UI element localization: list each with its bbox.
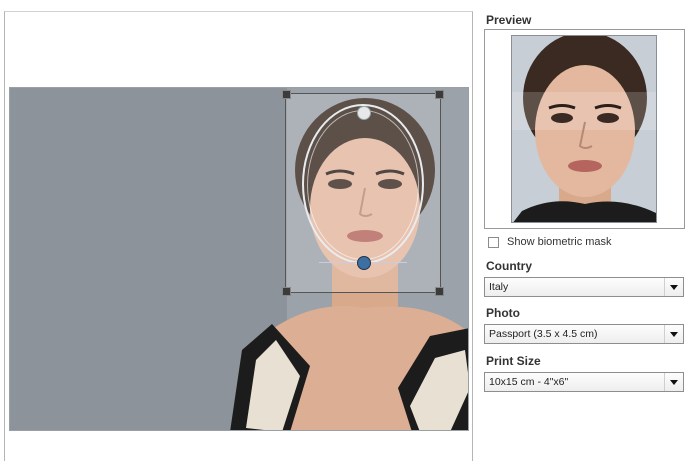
print-size-value: 10x15 cm - 4"x6" — [489, 376, 569, 388]
preview-portrait-image — [512, 36, 656, 222]
photo-label: Photo — [486, 306, 520, 320]
chevron-down-icon[interactable] — [664, 373, 683, 391]
biometric-mask-label: Show biometric mask — [507, 236, 612, 248]
face-oval-inner-guide — [307, 110, 419, 260]
chevron-down-icon[interactable] — [664, 325, 683, 343]
resize-handle-icon[interactable] — [282, 287, 291, 296]
country-label: Country — [486, 259, 532, 273]
photo-type-value: Passport (3.5 x 4.5 cm) — [489, 328, 598, 340]
print-size-label: Print Size — [486, 354, 541, 368]
resize-handle-icon[interactable] — [435, 287, 444, 296]
resize-handle-icon[interactable] — [435, 90, 444, 99]
chin-marker[interactable] — [357, 256, 371, 270]
biometric-mask-checkbox[interactable] — [488, 236, 499, 248]
preview-frame — [484, 29, 685, 229]
biometric-mask-toggle[interactable]: Show biometric mask — [488, 235, 612, 249]
photo-type-select[interactable]: Passport (3.5 x 4.5 cm) — [484, 324, 684, 344]
preview-label: Preview — [486, 13, 532, 27]
chevron-down-icon[interactable] — [664, 278, 683, 296]
head-top-marker[interactable] — [357, 106, 371, 120]
print-size-select[interactable]: 10x15 cm - 4"x6" — [484, 372, 684, 392]
country-select[interactable]: Italy — [484, 277, 684, 297]
resize-handle-icon[interactable] — [282, 90, 291, 99]
preview-photo — [511, 35, 657, 223]
country-value: Italy — [489, 281, 509, 293]
